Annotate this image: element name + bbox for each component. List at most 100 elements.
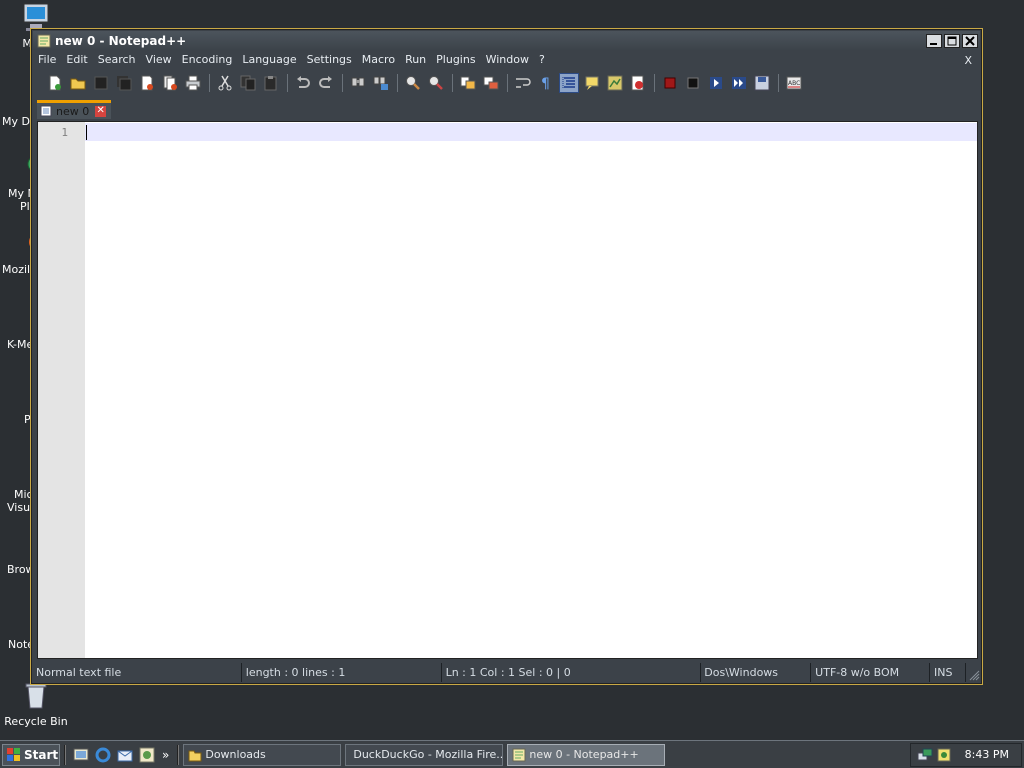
undo-icon <box>297 76 310 88</box>
line-number: 1 <box>61 126 68 139</box>
menu-window[interactable]: Window <box>481 51 534 69</box>
text-editor[interactable]: 1 <box>37 121 978 659</box>
sync-vertical-scrolling-icon <box>460 76 476 90</box>
quick-launch-separator <box>64 744 66 765</box>
replace-button[interactable] <box>371 73 391 93</box>
taskbar-button-downloads[interactable]: Downloads <box>183 743 342 766</box>
close-file-icon <box>141 75 153 91</box>
resize-grip-icon[interactable] <box>966 663 980 682</box>
minimize-button[interactable] <box>926 33 942 48</box>
find-icon <box>351 77 365 87</box>
close-document-button[interactable]: X <box>956 54 980 67</box>
quick-launch-more-icon[interactable]: » <box>162 748 169 762</box>
find-button[interactable] <box>348 73 368 93</box>
redo-button[interactable] <box>316 73 336 93</box>
status-length: length : 0 lines : 1 <box>242 663 442 682</box>
outlook-express-icon[interactable] <box>116 746 134 764</box>
security-alert-icon[interactable] <box>936 747 952 763</box>
toolbar-separator <box>654 74 655 92</box>
zoom-out-button[interactable] <box>426 73 446 93</box>
menu-encoding[interactable]: Encoding <box>177 51 238 69</box>
new-file-icon <box>49 75 61 91</box>
document-map-button[interactable] <box>605 73 625 93</box>
copy-button[interactable] <box>238 73 258 93</box>
start-button[interactable]: Start <box>2 743 60 766</box>
indent-guide-button[interactable] <box>559 73 579 93</box>
save-macro-icon <box>754 75 770 91</box>
save-button[interactable] <box>91 73 111 93</box>
toolbar-separator <box>397 74 398 92</box>
function-list-button[interactable] <box>628 73 648 93</box>
save-macro-button[interactable] <box>752 73 772 93</box>
line-number-gutter: 1 <box>38 122 85 658</box>
media-player-icon[interactable] <box>138 746 156 764</box>
menu-file[interactable]: File <box>33 51 61 69</box>
save-all-button[interactable] <box>114 73 134 93</box>
toolbar-separator <box>507 74 508 92</box>
clock[interactable]: 8:43 PM <box>965 748 1009 761</box>
close-file-button[interactable] <box>137 73 157 93</box>
pilcrow-icon: ¶ <box>541 76 550 91</box>
notepad-plus-plus-icon <box>512 748 526 761</box>
menu-settings[interactable]: Settings <box>302 51 357 69</box>
toolbar-separator <box>209 74 210 92</box>
taskbar-button-notepad-plus-plus[interactable]: new 0 - Notepad++ <box>507 743 666 766</box>
menu-bar: File Edit Search View Encoding Language … <box>33 51 980 69</box>
run-macro-multiple-button[interactable] <box>729 73 749 93</box>
cut-button[interactable] <box>215 73 235 93</box>
task-label: new 0 - Notepad++ <box>529 748 639 761</box>
spell-check-button[interactable]: ABC <box>784 73 804 93</box>
taskbar-button-firefox[interactable]: DuckDuckGo - Mozilla Fire... <box>345 743 504 766</box>
toolbar: ¶ ABC <box>33 71 980 95</box>
show-all-characters-button[interactable]: ¶ <box>536 73 556 93</box>
indent-guide-icon <box>562 77 575 89</box>
task-label: DuckDuckGo - Mozilla Fire... <box>353 748 504 761</box>
menu-search[interactable]: Search <box>93 51 141 69</box>
status-mode: INS <box>930 663 967 682</box>
close-button[interactable] <box>962 33 978 48</box>
user-defined-language-button[interactable] <box>582 73 602 93</box>
menu-macro[interactable]: Macro <box>357 51 400 69</box>
new-file-button[interactable] <box>45 73 65 93</box>
svg-text:ABC: ABC <box>788 80 800 87</box>
maximize-button[interactable] <box>944 33 960 48</box>
menu-run[interactable]: Run <box>400 51 431 69</box>
print-icon <box>185 75 201 91</box>
undo-button[interactable] <box>293 73 313 93</box>
desktop-icon-label: Recycle Bin <box>4 715 68 728</box>
open-file-button[interactable] <box>68 73 88 93</box>
record-macro-button[interactable] <box>660 73 680 93</box>
menu-plugins[interactable]: Plugins <box>431 51 480 69</box>
status-encoding: UTF-8 w/o BOM <box>811 663 931 682</box>
print-button[interactable] <box>183 73 203 93</box>
save-all-icon <box>117 76 132 91</box>
status-bar: Normal text file length : 0 lines : 1 Ln… <box>33 663 980 682</box>
word-wrap-icon <box>516 78 531 88</box>
desktop-icon-recycle-bin[interactable]: Recycle Bin <box>0 680 72 728</box>
menu-view[interactable]: View <box>141 51 177 69</box>
notepad-plus-plus-window: new 0 - Notepad++ File Edit Search View … <box>30 28 983 685</box>
menu-help[interactable]: ? <box>534 51 550 69</box>
title-bar[interactable]: new 0 - Notepad++ <box>33 31 980 50</box>
user-language-icon <box>585 76 599 90</box>
playback-macro-button[interactable] <box>706 73 726 93</box>
zoom-in-button[interactable] <box>403 73 423 93</box>
zoom-out-icon <box>429 76 443 90</box>
menu-language[interactable]: Language <box>237 51 301 69</box>
close-all-button[interactable] <box>160 73 180 93</box>
tab-new-0[interactable]: new 0 ✕ <box>37 100 111 119</box>
copy-icon <box>240 75 256 91</box>
word-wrap-button[interactable] <box>513 73 533 93</box>
stop-icon <box>687 77 699 89</box>
menu-edit[interactable]: Edit <box>61 51 92 69</box>
sync-horizontal-button[interactable] <box>481 73 501 93</box>
network-connection-icon[interactable] <box>917 747 933 763</box>
paste-button[interactable] <box>261 73 281 93</box>
show-desktop-icon[interactable] <box>72 746 90 764</box>
stop-recording-button[interactable] <box>683 73 703 93</box>
sync-vertical-button[interactable] <box>458 73 478 93</box>
tab-close-button[interactable]: ✕ <box>95 105 107 117</box>
sync-horizontal-scrolling-icon <box>483 76 499 90</box>
redo-icon <box>319 76 332 88</box>
internet-explorer-icon[interactable] <box>94 746 112 764</box>
